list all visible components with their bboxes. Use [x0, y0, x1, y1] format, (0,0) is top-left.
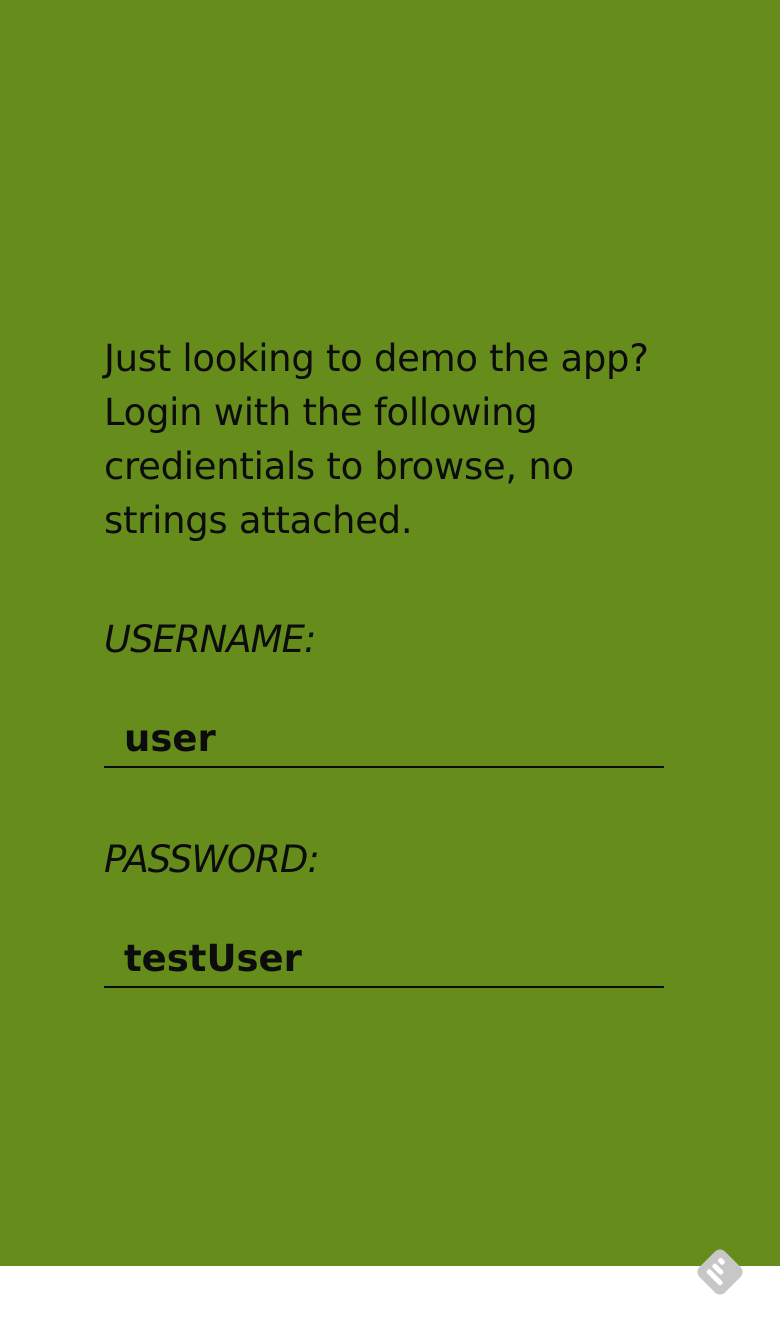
- username-field-container: [104, 710, 664, 768]
- intro-text: Just looking to demo the app? Login with…: [104, 337, 649, 542]
- password-field-container: [104, 930, 664, 988]
- password-label: PASSWORD:: [104, 838, 320, 881]
- demo-credentials-panel: Just looking to demo the app? Login with…: [0, 0, 780, 1266]
- feedly-icon[interactable]: [692, 1244, 748, 1300]
- username-label: USERNAME:: [104, 618, 316, 661]
- footer-bar: [0, 1266, 780, 1336]
- password-input[interactable]: [104, 930, 664, 986]
- username-input[interactable]: [104, 710, 664, 766]
